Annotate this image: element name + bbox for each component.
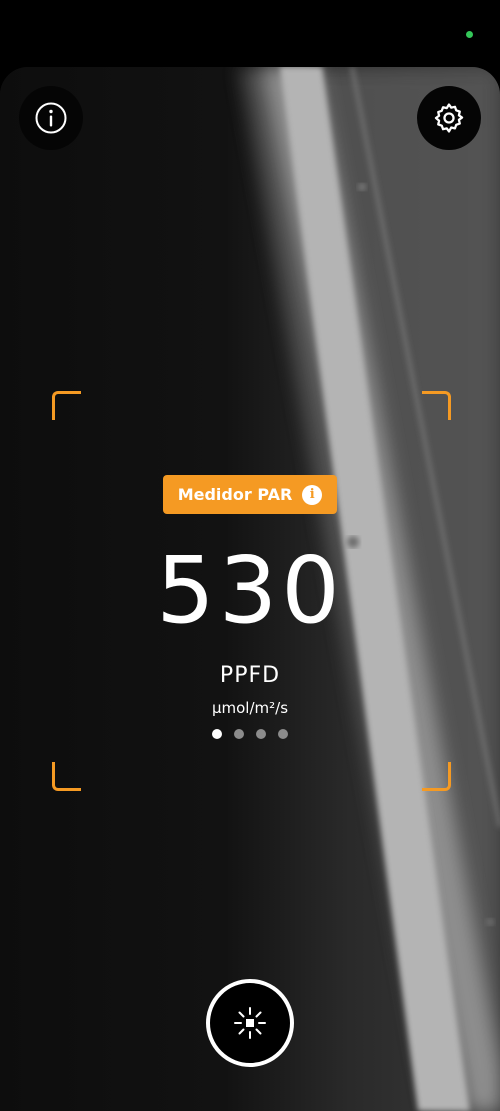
page-dot[interactable] <box>256 729 266 739</box>
privacy-indicator <box>466 31 473 38</box>
mode-info-icon: i <box>302 484 323 505</box>
page-dot[interactable] <box>212 729 222 739</box>
frame-corner-top-left <box>52 391 81 420</box>
info-button[interactable] <box>19 86 83 150</box>
reading-unit: PPFD <box>219 663 281 688</box>
settings-button[interactable] <box>417 86 481 150</box>
app-screen: Medidor PAR i 530 PPFD μmol/m²/s <box>0 0 500 1111</box>
info-icon <box>35 102 67 134</box>
page-dot[interactable] <box>278 729 288 739</box>
frame-corner-top-right <box>422 391 451 420</box>
meter-mode-badge[interactable]: Medidor PAR i <box>163 475 337 514</box>
frame-corner-bottom-left <box>52 762 81 791</box>
page-dot[interactable] <box>234 729 244 739</box>
meter-mode-label: Medidor PAR <box>177 485 293 504</box>
light-reading-value: 530 <box>156 537 344 644</box>
reading-unit-detail: μmol/m²/s <box>211 699 289 717</box>
measure-button[interactable] <box>206 979 294 1067</box>
gear-icon <box>434 103 464 133</box>
frame-corner-bottom-right <box>422 762 451 791</box>
light-sun-icon <box>234 1007 266 1039</box>
page-indicator[interactable] <box>0 729 500 739</box>
